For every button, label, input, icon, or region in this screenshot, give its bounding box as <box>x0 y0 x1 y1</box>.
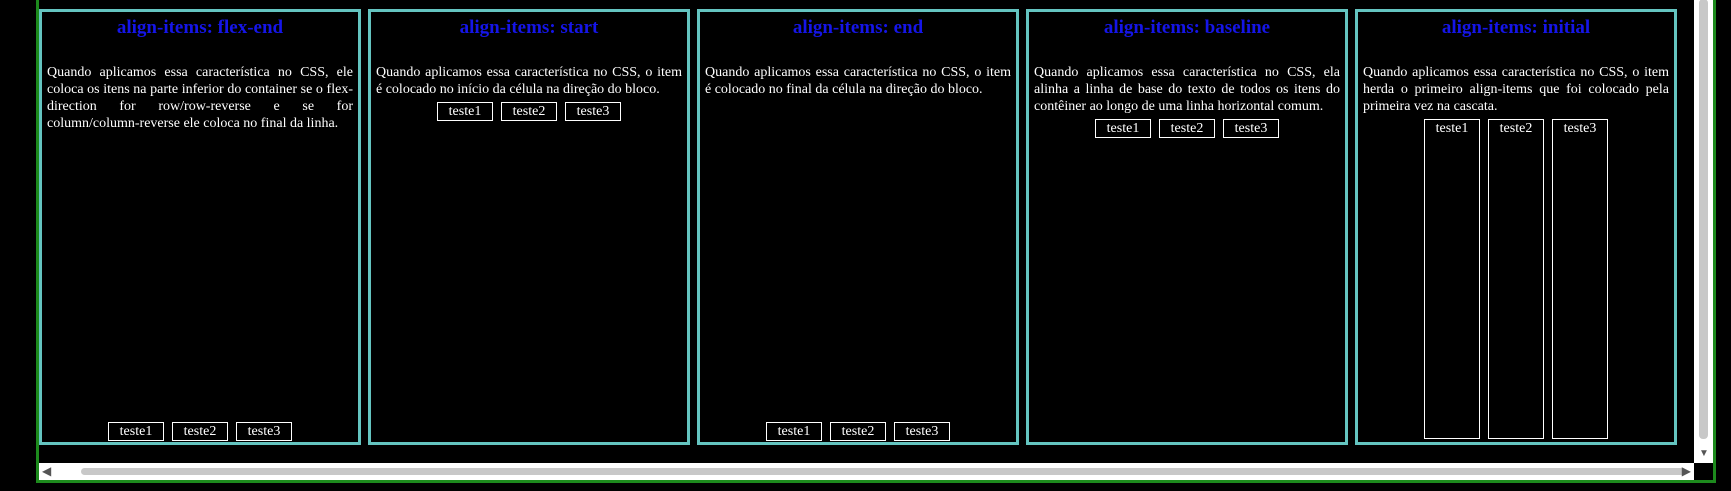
vertical-scroll-thumb[interactable] <box>1699 0 1708 439</box>
card-title: align-items: end <box>792 17 924 38</box>
card-title: align-items: start <box>459 17 599 38</box>
items-container: teste1 teste2 teste3 <box>42 422 358 441</box>
item-teste2: teste2 <box>1488 119 1544 439</box>
card-description: Quando aplicamos essa característica no … <box>376 65 682 97</box>
items-container: teste1 teste2 teste3 <box>371 102 687 121</box>
horizontal-scroll-thumb[interactable] <box>81 468 1686 475</box>
items-container: teste1 teste2 teste3 <box>1358 119 1674 439</box>
card-title: align-items: flex-end <box>116 17 284 38</box>
item-teste2: teste2 <box>830 422 886 441</box>
scroll-down-icon[interactable]: ▼ <box>1699 448 1709 459</box>
item-teste1: teste1 <box>1095 119 1151 138</box>
card-description: Quando aplicamos essa característica no … <box>1034 65 1340 114</box>
items-container: teste1 teste2 teste3 <box>700 422 1016 441</box>
item-teste3: teste3 <box>1223 119 1279 138</box>
scroll-left-icon[interactable]: ◀ <box>42 463 51 480</box>
card-flex-end: align-items: flex-end Quando aplicamos e… <box>39 9 361 445</box>
cards-row: align-items: flex-end Quando aplicamos e… <box>39 9 1689 445</box>
item-teste3: teste3 <box>565 102 621 121</box>
card-description: Quando aplicamos essa característica no … <box>1363 65 1669 114</box>
item-teste1: teste1 <box>437 102 493 121</box>
card-title: align-items: baseline <box>1103 17 1271 38</box>
card-start: align-items: start Quando aplicamos essa… <box>368 9 690 445</box>
card-baseline: align-items: baseline Quando aplicamos e… <box>1026 9 1348 445</box>
page-frame: align-items: flex-end Quando aplicamos e… <box>36 0 1716 483</box>
item-teste1: teste1 <box>766 422 822 441</box>
item-teste1: teste1 <box>108 422 164 441</box>
card-title: align-items: initial <box>1441 17 1591 38</box>
card-description: Quando aplicamos essa característica no … <box>47 65 353 131</box>
card-description: Quando aplicamos essa característica no … <box>705 65 1011 97</box>
scroll-right-icon[interactable]: ▶ <box>1682 463 1691 480</box>
horizontal-scrollbar[interactable]: ◀ ▶ <box>39 463 1694 480</box>
card-initial: align-items: initial Quando aplicamos es… <box>1355 9 1677 445</box>
item-teste3: teste3 <box>236 422 292 441</box>
vertical-scrollbar[interactable]: ▼ <box>1694 0 1713 463</box>
item-teste3: teste3 <box>1552 119 1608 439</box>
item-teste2: teste2 <box>501 102 557 121</box>
items-container: teste1 teste2 teste3 <box>1029 119 1345 138</box>
item-teste2: teste2 <box>172 422 228 441</box>
item-teste1: teste1 <box>1424 119 1480 439</box>
card-end: align-items: end Quando aplicamos essa c… <box>697 9 1019 445</box>
item-teste3: teste3 <box>894 422 950 441</box>
item-teste2: teste2 <box>1159 119 1215 138</box>
